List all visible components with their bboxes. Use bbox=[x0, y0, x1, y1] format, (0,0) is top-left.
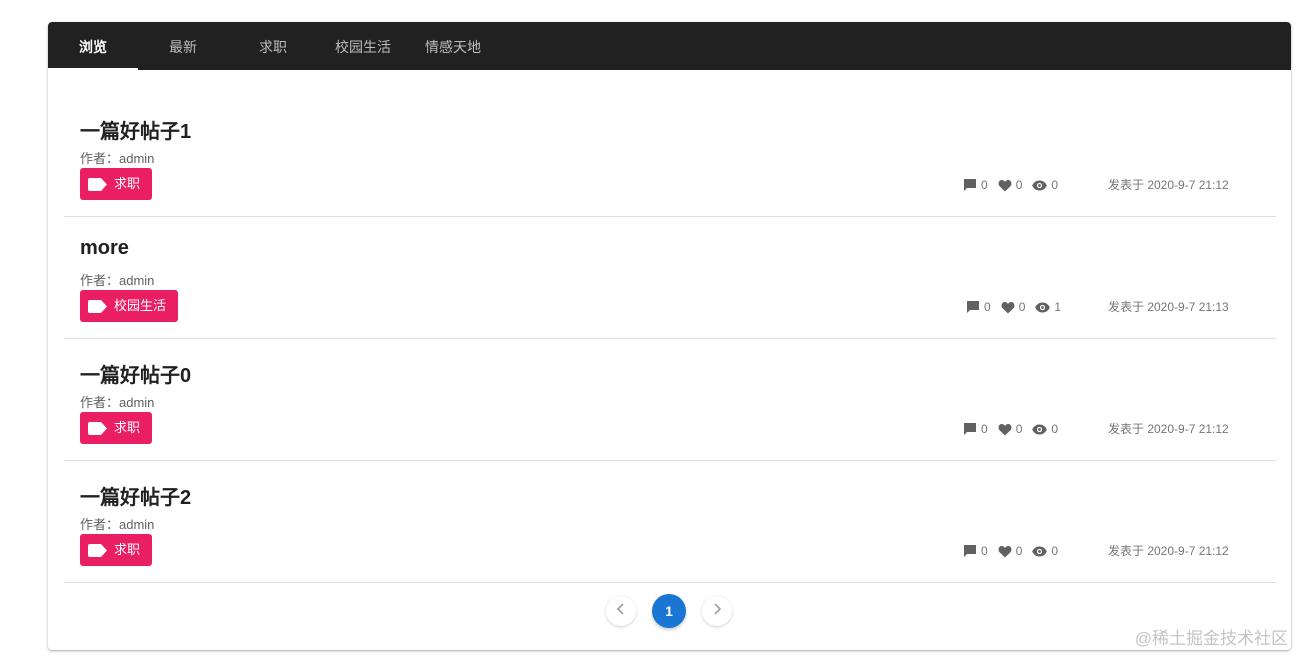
post-timestamp: 发表于 2020-9-7 21:12 bbox=[1108, 544, 1229, 558]
heart-icon bbox=[998, 423, 1012, 436]
post-tag-chip[interactable]: 求职 bbox=[80, 412, 153, 444]
tab-label: 浏览 bbox=[79, 39, 107, 55]
tab-label: 校园生活 bbox=[335, 39, 391, 55]
label-icon bbox=[88, 177, 107, 191]
tab-emotion[interactable]: 情感天地 bbox=[408, 22, 498, 70]
post-title[interactable]: 一篇好帖子2 bbox=[80, 481, 191, 510]
post-tag-chip[interactable]: 求职 bbox=[80, 168, 153, 200]
next-page-button[interactable] bbox=[702, 596, 732, 626]
post-stats: 0 0 0 bbox=[963, 421, 1068, 437]
tab-latest[interactable]: 最新 bbox=[138, 22, 228, 70]
post-author: 作者：admin bbox=[80, 517, 155, 532]
like-count: 0 bbox=[1001, 300, 1026, 314]
label-icon bbox=[88, 543, 107, 557]
view-count: 1 bbox=[1035, 300, 1061, 314]
post-timestamp: 发表于 2020-9-7 21:13 bbox=[1108, 300, 1229, 314]
post-title[interactable]: 一篇好帖子0 bbox=[80, 359, 191, 388]
eye-icon bbox=[1032, 546, 1048, 557]
view-count: 0 bbox=[1032, 422, 1058, 436]
comment-icon bbox=[963, 178, 977, 192]
chevron-left-icon bbox=[616, 602, 626, 620]
comment-count-value: 0 bbox=[981, 178, 988, 192]
post-stats: 0 0 0 bbox=[963, 177, 1068, 193]
page-button-current[interactable]: 1 bbox=[652, 594, 686, 628]
list-item: more 作者：admin 校园生活 0 0 1 发表于 2020-9-7 21… bbox=[64, 216, 1276, 339]
comment-count: 0 bbox=[963, 178, 988, 192]
comment-count: 0 bbox=[966, 300, 991, 314]
view-count-value: 1 bbox=[1054, 300, 1062, 314]
tab-job[interactable]: 求职 bbox=[228, 22, 318, 70]
tag-label: 校园生活 bbox=[114, 298, 167, 313]
comment-count: 0 bbox=[963, 544, 988, 558]
like-count-value: 0 bbox=[1015, 422, 1023, 436]
tab-browse[interactable]: 浏览 bbox=[48, 22, 138, 70]
label-icon bbox=[88, 299, 107, 313]
post-title[interactable]: more bbox=[80, 237, 129, 260]
view-count: 0 bbox=[1032, 178, 1058, 192]
list-item: 一篇好帖子0 作者：admin 求职 0 0 0 发表于 2020-9-7 21… bbox=[64, 338, 1276, 461]
pagination: 1 bbox=[48, 594, 1291, 630]
comment-count-value: 0 bbox=[981, 422, 988, 436]
tab-label: 求职 bbox=[259, 39, 287, 55]
comment-count: 0 bbox=[963, 422, 988, 436]
post-tag-chip[interactable]: 校园生活 bbox=[80, 290, 179, 322]
label-icon bbox=[88, 421, 107, 435]
like-count: 0 bbox=[998, 178, 1023, 192]
post-tag-chip[interactable]: 求职 bbox=[80, 534, 153, 566]
heart-icon bbox=[998, 545, 1012, 558]
eye-icon bbox=[1032, 180, 1048, 191]
view-count-value: 0 bbox=[1051, 178, 1059, 192]
tag-label: 求职 bbox=[114, 420, 141, 435]
post-author: 作者：admin bbox=[80, 395, 155, 410]
chevron-right-icon bbox=[712, 602, 722, 620]
post-stats: 0 0 0 bbox=[963, 543, 1068, 559]
tag-label: 求职 bbox=[114, 176, 141, 191]
comment-count-value: 0 bbox=[981, 544, 988, 558]
like-count-value: 0 bbox=[1018, 300, 1026, 314]
like-count: 0 bbox=[998, 422, 1023, 436]
like-count-value: 0 bbox=[1015, 178, 1023, 192]
post-stats: 0 0 1 bbox=[966, 299, 1071, 315]
post-timestamp: 发表于 2020-9-7 21:12 bbox=[1108, 422, 1229, 436]
heart-icon bbox=[998, 179, 1012, 192]
category-tab-bar: 浏览 最新 求职 校园生活 情感天地 bbox=[48, 22, 1291, 70]
like-count: 0 bbox=[998, 544, 1023, 558]
tag-label: 求职 bbox=[114, 542, 141, 557]
post-author: 作者：admin bbox=[80, 151, 155, 166]
post-timestamp: 发表于 2020-9-7 21:12 bbox=[1108, 178, 1229, 192]
eye-icon bbox=[1032, 424, 1048, 435]
post-author: 作者：admin bbox=[80, 273, 155, 288]
eye-icon bbox=[1035, 302, 1051, 313]
comment-count-value: 0 bbox=[984, 300, 991, 314]
heart-icon bbox=[1001, 301, 1015, 314]
view-count: 0 bbox=[1032, 544, 1058, 558]
prev-page-button[interactable] bbox=[606, 596, 636, 626]
list-item: 一篇好帖子1 作者：admin 求职 0 0 0 发表于 2020-9-7 21… bbox=[64, 94, 1276, 217]
like-count-value: 0 bbox=[1015, 544, 1023, 558]
comment-icon bbox=[963, 544, 977, 558]
post-list-card: 浏览 最新 求职 校园生活 情感天地 一篇好帖子1 作者：admin 求职 0 … bbox=[48, 22, 1291, 650]
list-item: 一篇好帖子2 作者：admin 求职 0 0 0 发表于 2020-9-7 21… bbox=[64, 460, 1276, 583]
view-count-value: 0 bbox=[1051, 422, 1059, 436]
view-count-value: 0 bbox=[1051, 544, 1059, 558]
post-title[interactable]: 一篇好帖子1 bbox=[80, 115, 191, 144]
active-tab-indicator bbox=[48, 68, 138, 70]
comment-icon bbox=[963, 422, 977, 436]
comment-icon bbox=[966, 300, 980, 314]
watermark: @稀土掘金技术社区 bbox=[1134, 629, 1288, 648]
tab-label: 情感天地 bbox=[425, 39, 481, 55]
tab-label: 最新 bbox=[169, 39, 197, 55]
tab-campus-life[interactable]: 校园生活 bbox=[318, 22, 408, 70]
